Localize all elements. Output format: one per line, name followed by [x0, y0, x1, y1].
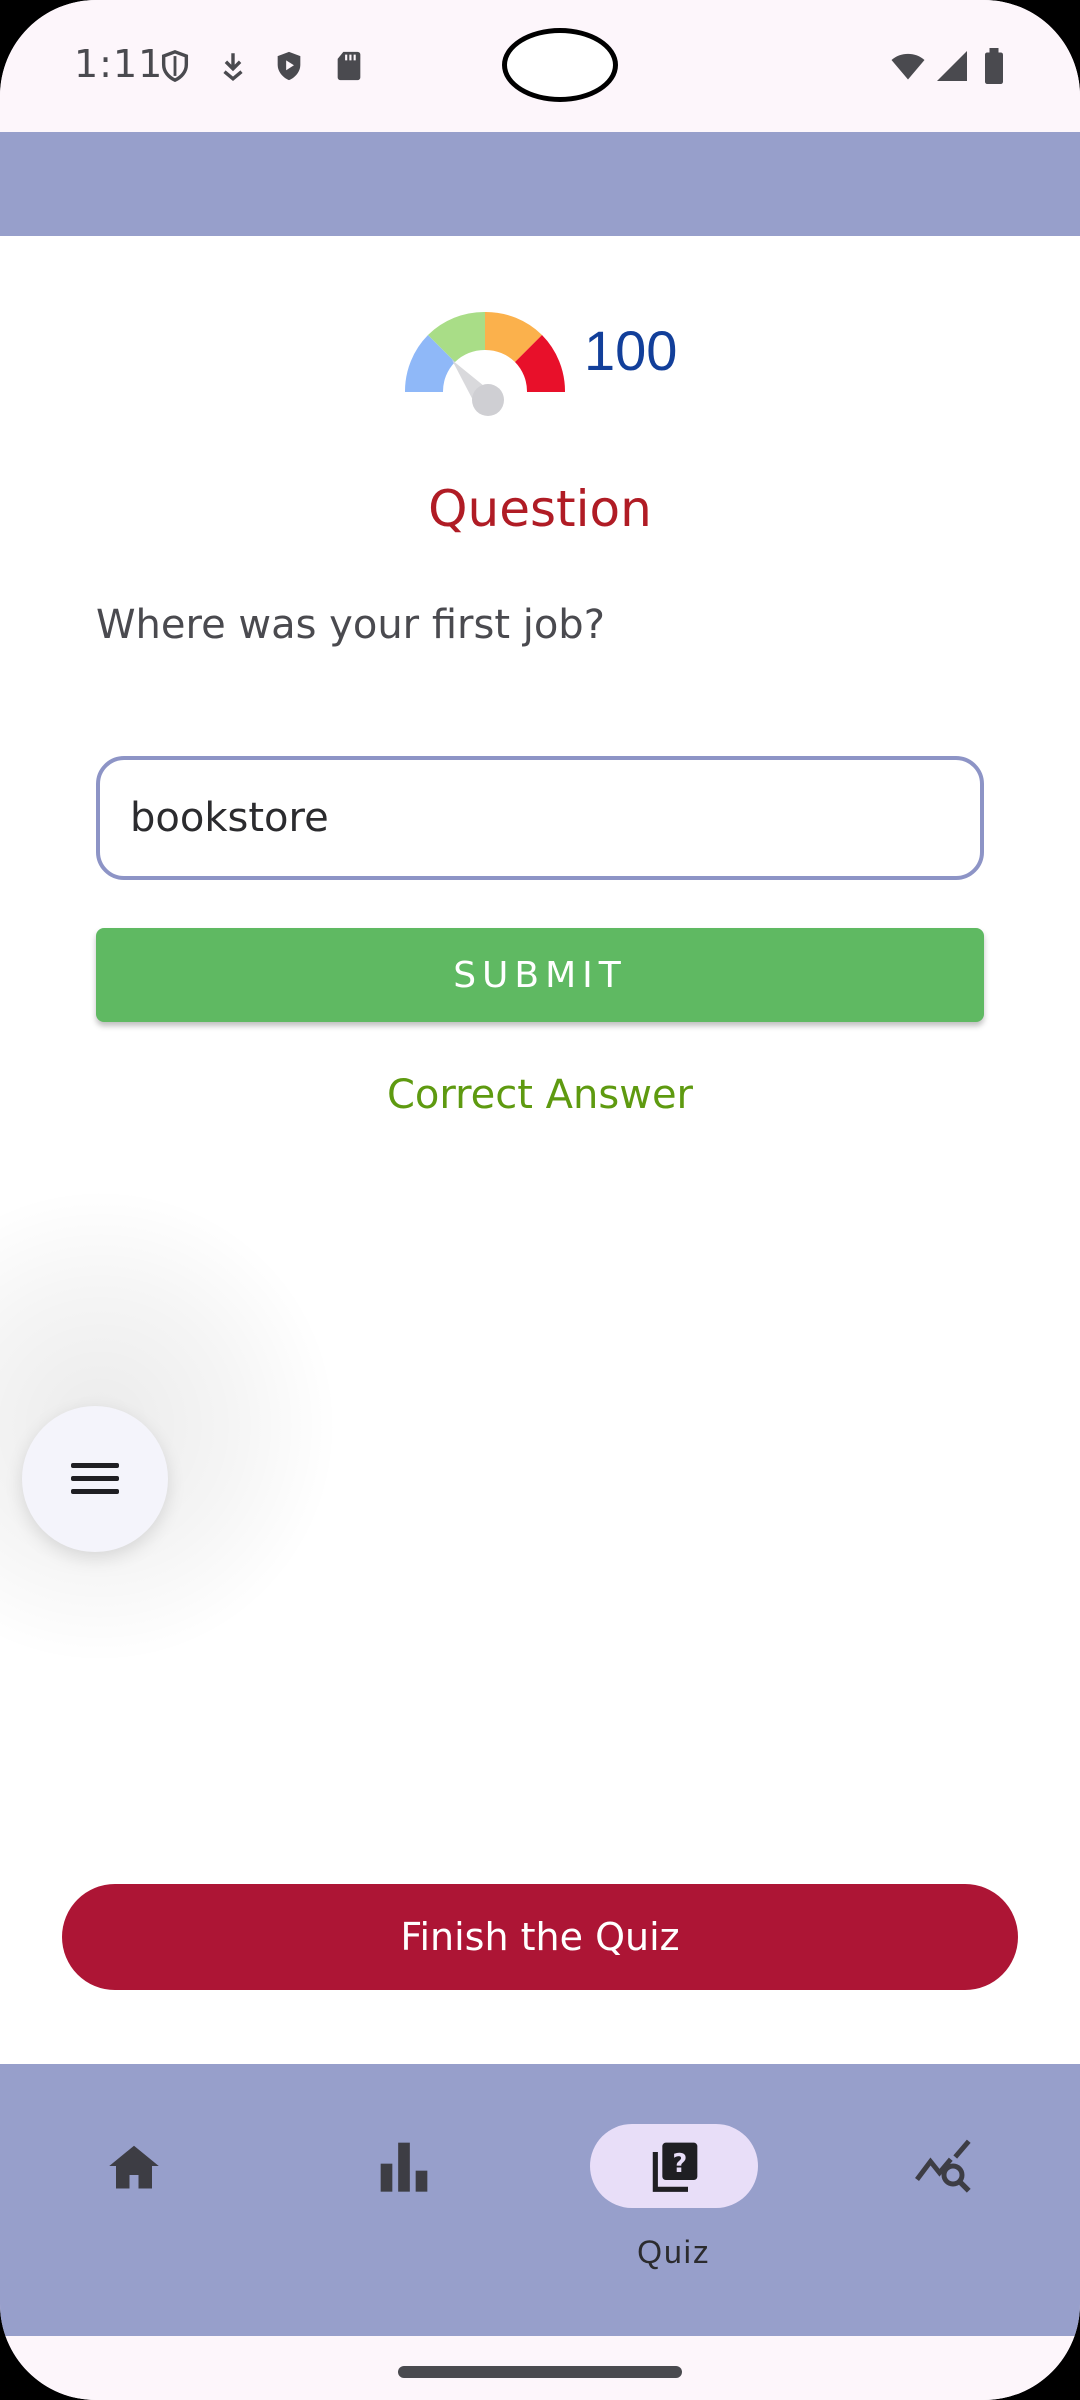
app-top-bar [0, 132, 1080, 236]
menu-icon [71, 1463, 119, 1494]
phone-screen: 1:11 100 Question Where was your first j… [0, 0, 1080, 2400]
bottom-navigation: ? Quiz [0, 2064, 1080, 2336]
submit-button[interactable]: SUBMIT [96, 928, 984, 1022]
finish-quiz-button[interactable]: Finish the Quiz [62, 1884, 1018, 1990]
svg-text:?: ? [672, 2149, 687, 2179]
quiz-icon: ? [652, 2142, 698, 2192]
nav-item-stats[interactable] [304, 2094, 504, 2294]
cellular-signal-icon [937, 51, 967, 81]
nav-label-quiz: Quiz [637, 2234, 711, 2270]
battery-icon [985, 48, 1003, 84]
status-time: 1:11 [74, 42, 164, 86]
speedometer-icon [404, 311, 566, 416]
download-icon [223, 53, 243, 81]
bar-chart-icon [380, 2142, 428, 2192]
nav-active-indicator: ? [590, 2124, 758, 2208]
answer-input[interactable] [96, 756, 984, 880]
nav-item-home[interactable] [34, 2094, 234, 2294]
shield-outline-icon [161, 50, 189, 83]
gesture-bar [0, 2336, 1080, 2400]
question-title: Question [428, 480, 652, 538]
score-display: 100 [400, 300, 700, 430]
nav-item-query-stats[interactable] [844, 2094, 1044, 2294]
menu-fab-button[interactable] [22, 1406, 168, 1552]
wifi-icon [891, 53, 925, 80]
home-indicator[interactable] [398, 2366, 682, 2378]
nav-item-quiz[interactable]: ? Quiz [574, 2094, 774, 2294]
status-bar: 1:11 [0, 0, 1080, 132]
question-text: Where was your first job? [96, 602, 605, 648]
score-value: 100 [584, 319, 678, 382]
sd-card-icon [337, 51, 361, 81]
camera-cutout [502, 28, 618, 102]
play-protect-icon [277, 51, 301, 81]
answer-feedback: Correct Answer [386, 1072, 694, 1118]
query-stats-icon [915, 2139, 971, 2193]
home-icon [109, 2145, 159, 2189]
quiz-content: 100 Question Where was your first job? S… [0, 236, 1080, 2064]
